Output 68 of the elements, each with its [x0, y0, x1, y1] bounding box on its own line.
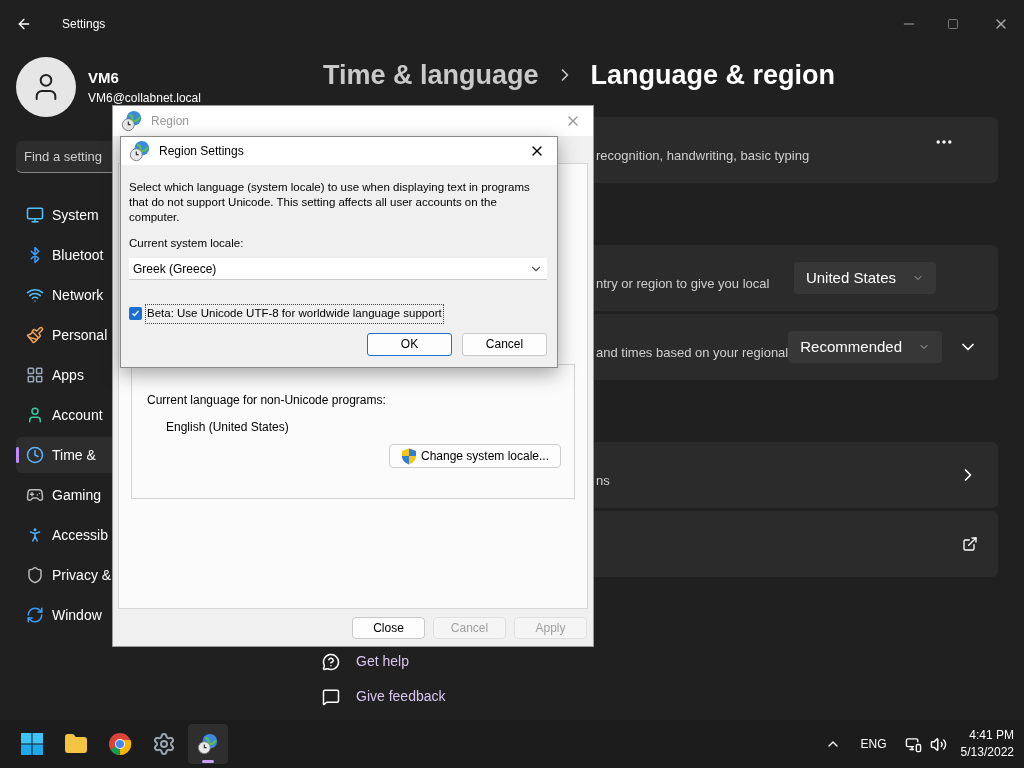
dialog-button[interactable]: Cancel: [462, 332, 547, 356]
windows-start-icon: [20, 732, 44, 756]
sidebar-item[interactable]: Personal: [16, 317, 112, 353]
dialog-title: Region Settings: [159, 143, 244, 160]
refresh-icon: [26, 606, 44, 624]
card-description: ntry or region to give you local: [596, 275, 770, 294]
change-locale-button[interactable]: Change system locale...: [389, 444, 561, 468]
help-icon: [322, 652, 340, 671]
user-email: VM6@collabnet.local: [88, 90, 201, 108]
dialog-button[interactable]: OK: [367, 332, 452, 356]
wifi-icon: [26, 286, 44, 304]
taskbar-app[interactable]: [188, 724, 228, 764]
monitor-icon: [26, 206, 44, 224]
sidebar-item[interactable]: Time &: [16, 437, 112, 473]
field-label: Current system locale:: [129, 236, 245, 251]
user-name: VM6: [88, 67, 120, 88]
region-icon: [121, 110, 143, 132]
card-description: and times based on your regional: [596, 344, 789, 363]
window-title: Settings: [62, 16, 106, 33]
sidebar-item[interactable]: Privacy &: [16, 557, 112, 593]
sidebar-item[interactable]: Bluetoot: [16, 237, 112, 273]
field-value: English (United States): [166, 419, 290, 436]
paintbrush-icon: [26, 326, 44, 344]
gamepad-icon: [26, 486, 44, 504]
sidebar-item[interactable]: Account: [16, 397, 112, 433]
card-description: ns: [596, 472, 610, 491]
footer-link[interactable]: Give feedback: [356, 686, 446, 707]
maximize-icon[interactable]: [947, 18, 959, 30]
browser-icon: [108, 732, 132, 756]
description-text: Select which language (system locale) to use when displaying text in programs that do not support Unicode. This setting affects all user accounts on the computer.: [129, 180, 531, 225]
dialog-button[interactable]: Close: [352, 616, 425, 639]
card-description: recognition, handwriting, basic typing: [596, 147, 810, 166]
volume-icon[interactable]: [929, 735, 947, 753]
sidebar-item[interactable]: Gaming: [16, 477, 112, 513]
check-icon: [131, 309, 140, 319]
network-icon[interactable]: [904, 735, 922, 753]
region-icon: [129, 140, 151, 162]
checkbox-label: Beta: Use Unicode UTF-8 for worldwide language support: [145, 304, 444, 324]
shield-icon: [26, 566, 44, 584]
sidebar-item[interactable]: System: [16, 197, 112, 233]
field-label: Current language for non-Unicode programs:: [147, 392, 387, 409]
sidebar-item[interactable]: Apps: [16, 357, 112, 393]
sidebar-item[interactable]: Network: [16, 277, 112, 313]
search-field[interactable]: Find a setting: [16, 141, 112, 173]
settings-icon: [152, 732, 176, 756]
breadcrumb-parent[interactable]: Time & language: [323, 54, 539, 96]
dialog-title: Region: [151, 113, 190, 130]
person-icon: [26, 406, 44, 424]
feedback-icon: [322, 687, 340, 706]
clock[interactable]: 4:41 PM 5/13/2022: [960, 727, 1014, 761]
footer-link[interactable]: Get help: [356, 651, 409, 672]
checkbox[interactable]: [129, 307, 142, 321]
sidebar-item[interactable]: Accessib: [16, 517, 112, 553]
selection-indicator: [16, 447, 19, 463]
folder-icon: [64, 732, 88, 756]
active-indicator: [202, 760, 214, 763]
dropdown[interactable]: Recommended: [788, 331, 942, 363]
external-link-icon[interactable]: [962, 536, 978, 552]
shield-icon: [400, 447, 417, 465]
language-indicator[interactable]: ENG: [860, 735, 887, 753]
locale-dropdown[interactable]: Greek (Greece): [129, 258, 547, 281]
sidebar-item[interactable]: Window: [16, 597, 112, 633]
globe-clock-icon: [197, 733, 219, 755]
dropdown[interactable]: United States: [793, 262, 936, 294]
back-icon[interactable]: [16, 16, 32, 32]
apps-icon: [26, 366, 44, 384]
page-title: Language & region: [590, 58, 836, 92]
clock-icon: [26, 446, 44, 464]
